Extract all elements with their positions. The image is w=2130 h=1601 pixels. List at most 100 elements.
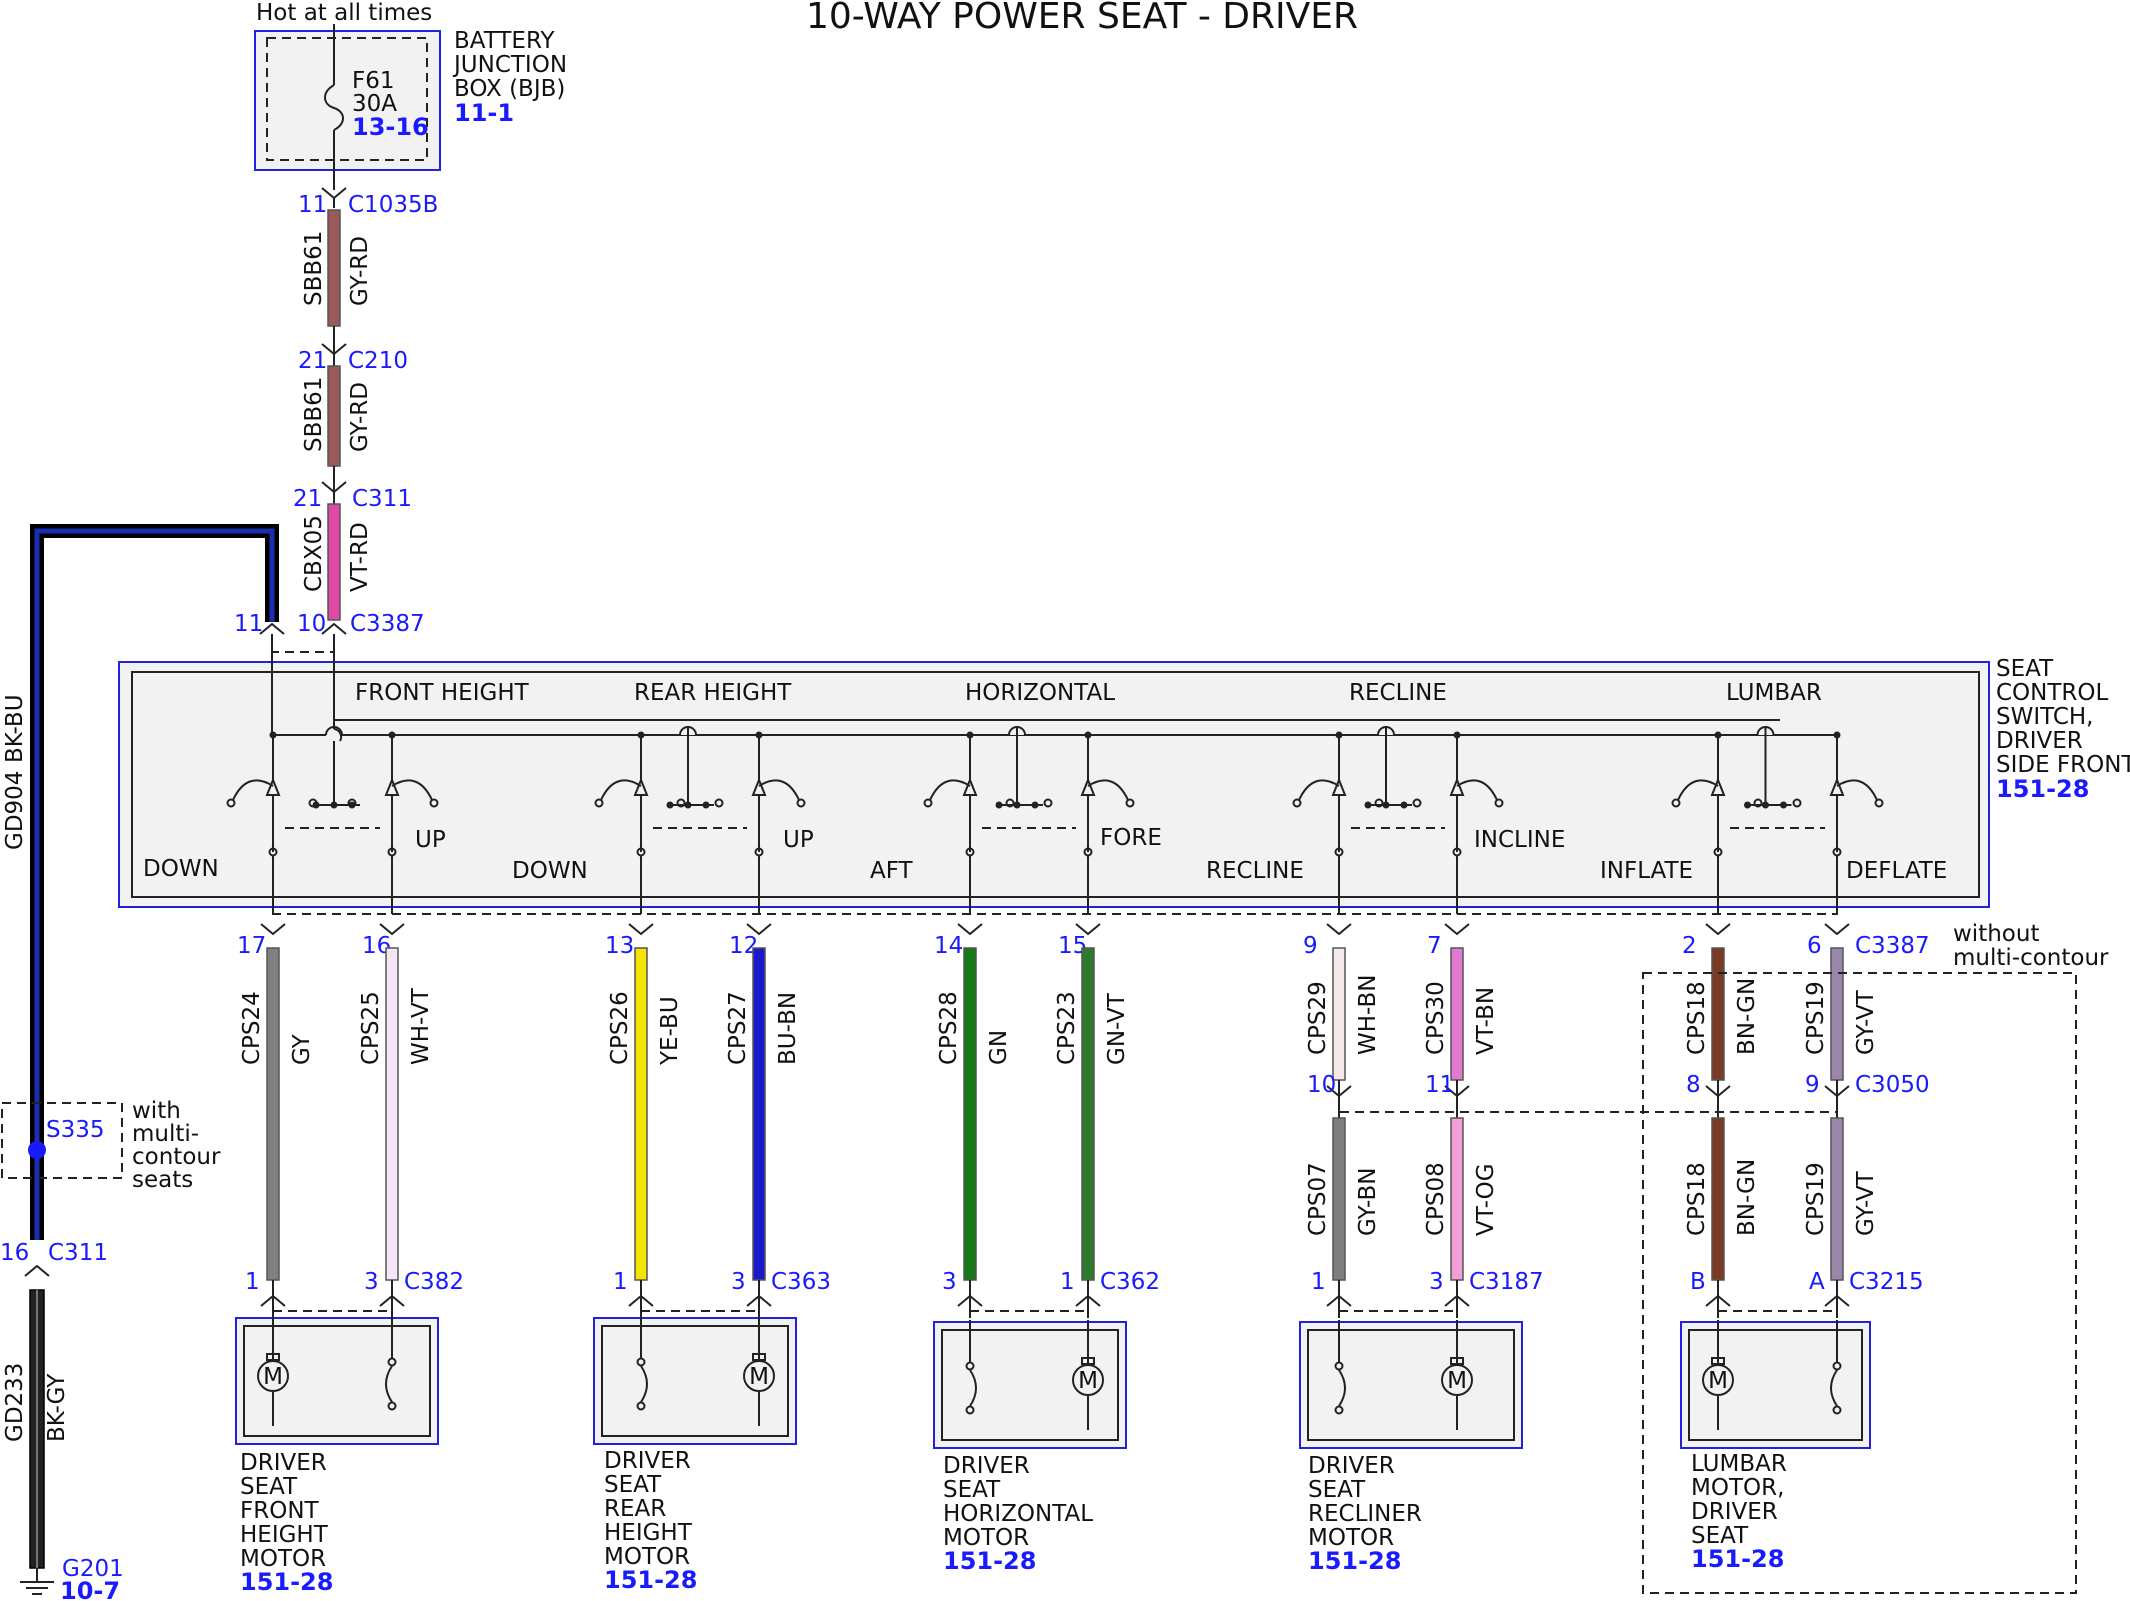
lumbar-note-line2: multi-contour — [1953, 945, 2109, 971]
section-lumbar: LUMBAR — [1726, 680, 1822, 706]
motor-4: MDRIVERSEATRECLINERMOTOR151-28 — [1299, 1320, 1523, 1575]
dir-front-up: UP — [415, 827, 446, 853]
wire-color-label: YE-BU — [657, 996, 683, 1066]
wire-body — [752, 947, 766, 1281]
svg-text:M: M — [1708, 1368, 1728, 1394]
wire-color2-label: GY-BN — [1355, 1168, 1381, 1236]
wire-color-label: WH-VT — [408, 987, 434, 1065]
wire-sbb61-a — [327, 209, 341, 327]
svg-text:DRIVER: DRIVER — [1996, 728, 2083, 754]
connector-c210: 21 C210 — [298, 326, 408, 374]
bjb-ref-link[interactable]: 11-1 — [454, 99, 514, 127]
motor-5: MLUMBARMOTOR,DRIVERSEAT151-28 — [1680, 1320, 1871, 1573]
ground-g201-ref-link[interactable]: 10-7 — [60, 1577, 120, 1601]
hot-at-all-times-label: Hot at all times — [256, 0, 432, 26]
section-front-height: FRONT HEIGHT — [355, 680, 530, 706]
dir-front-down: DOWN — [143, 856, 219, 882]
motor-pin-3: 3 — [364, 1269, 379, 1295]
dir-rear-down: DOWN — [512, 858, 588, 884]
motor-ref-link[interactable]: 151-28 — [1691, 1545, 1784, 1573]
wire-body — [963, 947, 977, 1281]
svg-text:CONTROL: CONTROL — [1996, 680, 2109, 706]
wire-sbb61-b — [327, 365, 341, 467]
wire-cps18-8: 2 CPS18 BN-GN 8 CPS18 BN-GN B — [1682, 923, 1760, 1318]
diagram-title: 10-WAY POWER SEAT - DRIVER — [806, 0, 1358, 37]
wire-circuit-label: CPS25 — [358, 991, 384, 1065]
wiring-diagram: 10-WAY POWER SEAT - DRIVER Hot at all ti… — [0, 0, 2130, 1601]
motor-label-line: MOTOR, — [1691, 1475, 1784, 1501]
wire-gd233-circuit: GD233 — [2, 1363, 28, 1442]
wire-cps26-2: 13 CPS26 YE-BU 1 — [605, 923, 683, 1318]
motor-pin-A: A — [1809, 1269, 1825, 1295]
wire-color-label: GY — [289, 1033, 315, 1065]
wire-cps28-4: 14 CPS28 GN 3 — [934, 923, 1012, 1318]
wire-cps24-0: 17 CPS24 GY 1 — [237, 923, 315, 1318]
wire-cbx05 — [327, 503, 341, 621]
wire-cbx05-color: VT-RD — [347, 522, 373, 592]
connector-c3215: C3215 — [1849, 1269, 1924, 1295]
switch-pin-6: 6 — [1807, 933, 1822, 959]
motor-pin-1: 1 — [1311, 1269, 1326, 1295]
svg-text:21: 21 — [298, 348, 327, 374]
wire-body — [1332, 947, 1346, 1081]
motor-ref-link[interactable]: 151-28 — [240, 1568, 333, 1596]
motor-label-line: SEAT — [604, 1472, 662, 1498]
wire-body — [266, 947, 280, 1281]
motor-ref-link[interactable]: 151-28 — [604, 1566, 697, 1594]
svg-text:16: 16 — [0, 1240, 29, 1266]
ground-symbol — [20, 1568, 54, 1595]
dir-rear-up: UP — [783, 827, 814, 853]
wire-circuit2-label: CPS07 — [1305, 1162, 1331, 1236]
wire-cps27-3: 12CPS27 BU-BN3 C363 — [725, 923, 831, 1318]
wire-circuit-label: CPS29 — [1305, 981, 1331, 1055]
seat-switch-label: SEAT CONTROL SWITCH, DRIVER SIDE FRONT — [1996, 656, 2130, 778]
wire-body-lower — [1332, 1117, 1346, 1281]
connector-c3187: C3187 — [1469, 1269, 1544, 1295]
switch-pin-9: 9 — [1303, 933, 1318, 959]
seat-switch-ref-link[interactable]: 151-28 — [1996, 775, 2089, 803]
connector-c311-ground: 16 C311 — [0, 1240, 108, 1277]
motor-3: MDRIVERSEATHORIZONTALMOTOR151-28 — [933, 1320, 1127, 1575]
bjb-label-line2: JUNCTION — [452, 52, 567, 78]
svg-text:M: M — [749, 1364, 769, 1390]
svg-text:C3387: C3387 — [350, 611, 425, 637]
dir-inflate: INFLATE — [1600, 858, 1693, 884]
wire-body-lower — [1830, 1117, 1844, 1281]
motor-label-line: SEAT — [943, 1477, 1001, 1503]
motor-ref-link[interactable]: 151-28 — [943, 1547, 1036, 1575]
wire-body — [1450, 947, 1464, 1081]
inline-pin-11: 11 — [1425, 1072, 1454, 1098]
connector-c3387-bottom: C3387 — [1855, 933, 1930, 959]
wire-body-lower — [1711, 1117, 1725, 1281]
wire-color-label: GN — [986, 1030, 1012, 1065]
motor-label-line: SEAT — [1308, 1477, 1366, 1503]
inline-pin-10: 10 — [1307, 1072, 1336, 1098]
fuse-ref-link[interactable]: 13-16 — [352, 113, 429, 141]
section-recline: RECLINE — [1349, 680, 1447, 706]
motor-pin-3: 3 — [731, 1269, 746, 1295]
motor-label-line: FRONT — [240, 1498, 320, 1524]
wire-circuit-label: CPS28 — [936, 991, 962, 1065]
motor-pin-3: 3 — [1429, 1269, 1444, 1295]
wire-color-label: VT-BN — [1473, 987, 1499, 1055]
motor-label-line: DRIVER — [240, 1450, 327, 1476]
switch-pin-2: 2 — [1682, 933, 1697, 959]
svg-text:11: 11 — [298, 192, 327, 218]
dir-recline: RECLINE — [1206, 858, 1304, 884]
motor-label-line: REAR — [604, 1496, 666, 1522]
motor-label-line: SEAT — [240, 1474, 298, 1500]
connector-c311-feed: 21 C311 — [293, 466, 412, 512]
motor-ref-link[interactable]: 151-28 — [1308, 1547, 1401, 1575]
wires-layer: 17CPS24 GY116CPS25 WH-VT3 C38213CPS26 YE-BU1… — [237, 923, 1924, 1318]
motor-label-line: RECLINER — [1308, 1501, 1422, 1527]
switch-pin-13: 13 — [605, 933, 634, 959]
svg-text:M: M — [1447, 1368, 1467, 1394]
wire-body — [634, 947, 648, 1281]
wire-circuit-label: CPS26 — [607, 991, 633, 1065]
wire-cps29-6: 9 CPS29 WH-BN 10 CPS07 GY-BN 1 — [1303, 923, 1381, 1318]
motor-label-line: LUMBAR — [1691, 1451, 1787, 1477]
motor-pin-1: 1 — [1060, 1269, 1075, 1295]
s335-note-line4: seats — [132, 1167, 193, 1193]
svg-text:21: 21 — [293, 486, 322, 512]
wire-circuit-label: CPS19 — [1803, 981, 1829, 1055]
